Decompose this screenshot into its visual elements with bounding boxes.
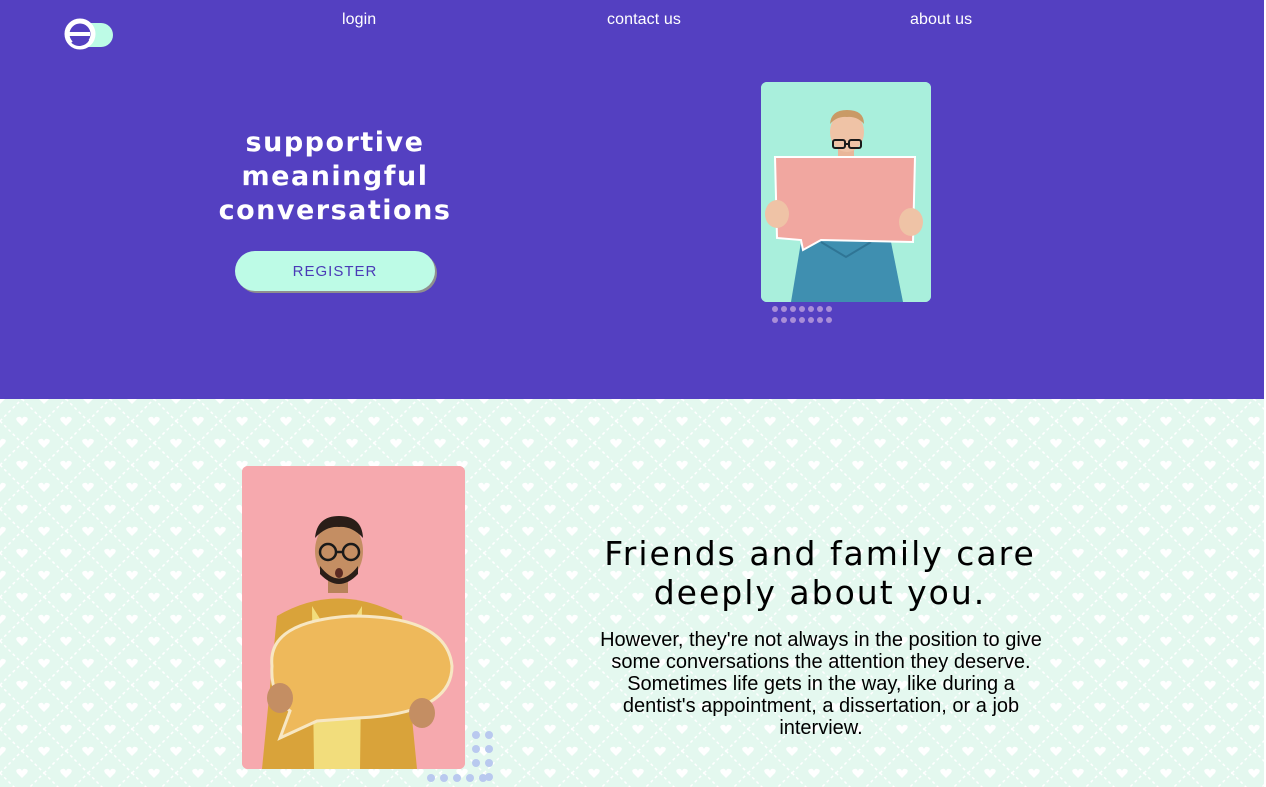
hero-section: login contact us about us supportive mea… <box>0 0 1264 399</box>
hero-tagline: supportive meaningful conversations <box>205 126 465 228</box>
nav-login-link[interactable]: login <box>342 11 376 29</box>
tagline-line-1: supportive <box>245 127 425 158</box>
about-body: However, they're not always in the posit… <box>590 629 1052 739</box>
headline-line-2: deeply about you. <box>653 573 987 612</box>
man-with-pink-sign-image <box>761 82 931 302</box>
about-photo <box>242 466 465 769</box>
about-paragraph-1: However, they're not always in the posit… <box>600 629 1042 673</box>
decorative-dots-icon <box>427 774 487 782</box>
nav-contact-link[interactable]: contact us <box>607 11 681 29</box>
about-paragraph-2: Sometimes life gets in the way, like dur… <box>622 673 1020 739</box>
hero-photo <box>761 82 931 302</box>
decorative-dots-icon <box>772 306 832 323</box>
nav-about-link[interactable]: about us <box>910 11 972 29</box>
tagline-line-2: meaningful <box>241 161 429 192</box>
about-headline: Friends and family care deeply about you… <box>580 534 1060 612</box>
tagline-line-3: conversations <box>218 195 452 226</box>
register-button[interactable]: REGISTER <box>235 251 435 291</box>
logo-icon[interactable] <box>63 17 115 51</box>
headline-line-1: Friends and family care <box>604 534 1036 573</box>
man-with-yellow-bubble-image <box>242 466 465 769</box>
